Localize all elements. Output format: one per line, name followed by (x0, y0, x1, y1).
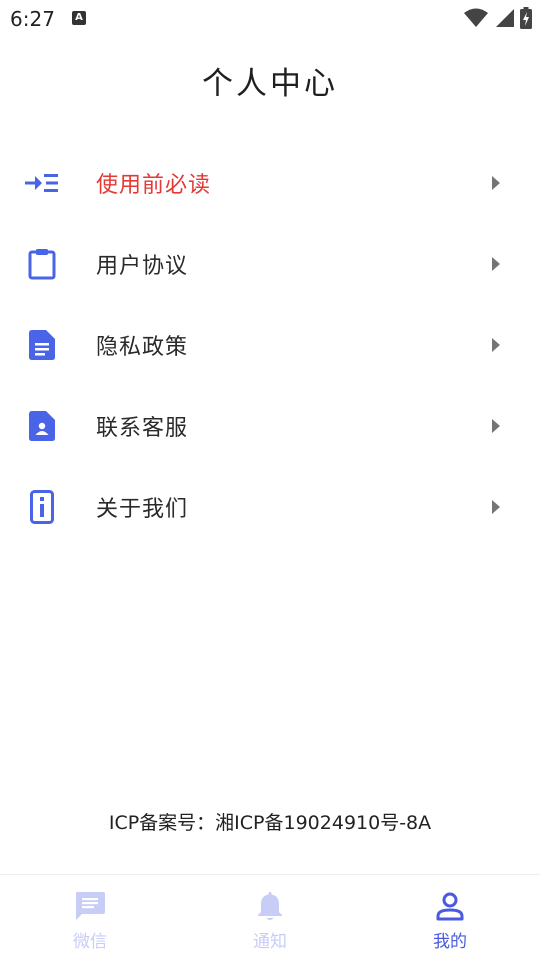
menu-item-user-agreement[interactable]: 用户协议 (0, 223, 540, 304)
wifi-icon (464, 8, 488, 27)
bell-icon (253, 889, 287, 923)
screen: 6:27 A 个人中心 使用前必读 用户协议 隐私政策 联系客服 关于我们 IC… (0, 0, 540, 960)
menu-item-read-before-use[interactable]: 使用前必读 (0, 142, 540, 223)
nav-label: 我的 (433, 932, 467, 952)
menu-item-about-us[interactable]: 关于我们 (0, 466, 540, 547)
chevron-right-icon (492, 418, 500, 433)
chevron-right-icon (492, 175, 500, 190)
status-time: 6:27 (10, 7, 55, 31)
menu-item-label: 关于我们 (96, 496, 189, 522)
document-icon (24, 327, 60, 363)
status-bar: 6:27 A (0, 0, 540, 38)
menu-item-privacy-policy[interactable]: 隐私政策 (0, 304, 540, 385)
battery-charging-icon (520, 7, 532, 29)
arrow-indent-icon (24, 165, 60, 201)
chat-icon (73, 889, 107, 923)
menu-item-label: 使用前必读 (96, 172, 212, 198)
nav-tab-mine[interactable]: 我的 (360, 875, 540, 960)
menu-item-contact-service[interactable]: 联系客服 (0, 385, 540, 466)
signal-icon (496, 9, 514, 27)
page-title: 个人中心 (202, 66, 338, 102)
icp-record: ICP备案号：湘ICP备19024910号-8A (108, 812, 432, 834)
clipboard-icon (24, 246, 60, 282)
status-icons (464, 6, 532, 30)
nav-label: 通知 (253, 932, 287, 952)
menu-item-label: 用户协议 (96, 253, 189, 279)
person-icon (433, 889, 467, 923)
chevron-right-icon (492, 256, 500, 271)
notification-a-icon: A (72, 11, 86, 25)
nav-label: 微信 (73, 932, 107, 952)
contact-file-icon (24, 408, 60, 444)
menu-item-label: 联系客服 (96, 415, 189, 441)
menu-list: 使用前必读 用户协议 隐私政策 联系客服 关于我们 (0, 142, 540, 547)
nav-tab-wechat[interactable]: 微信 (0, 875, 180, 960)
menu-item-label: 隐私政策 (96, 334, 189, 360)
chevron-right-icon (492, 499, 500, 514)
nav-tab-notification[interactable]: 通知 (180, 875, 360, 960)
bottom-nav: 微信 通知 我的 (0, 874, 540, 960)
chevron-right-icon (492, 337, 500, 352)
info-icon (24, 489, 60, 525)
